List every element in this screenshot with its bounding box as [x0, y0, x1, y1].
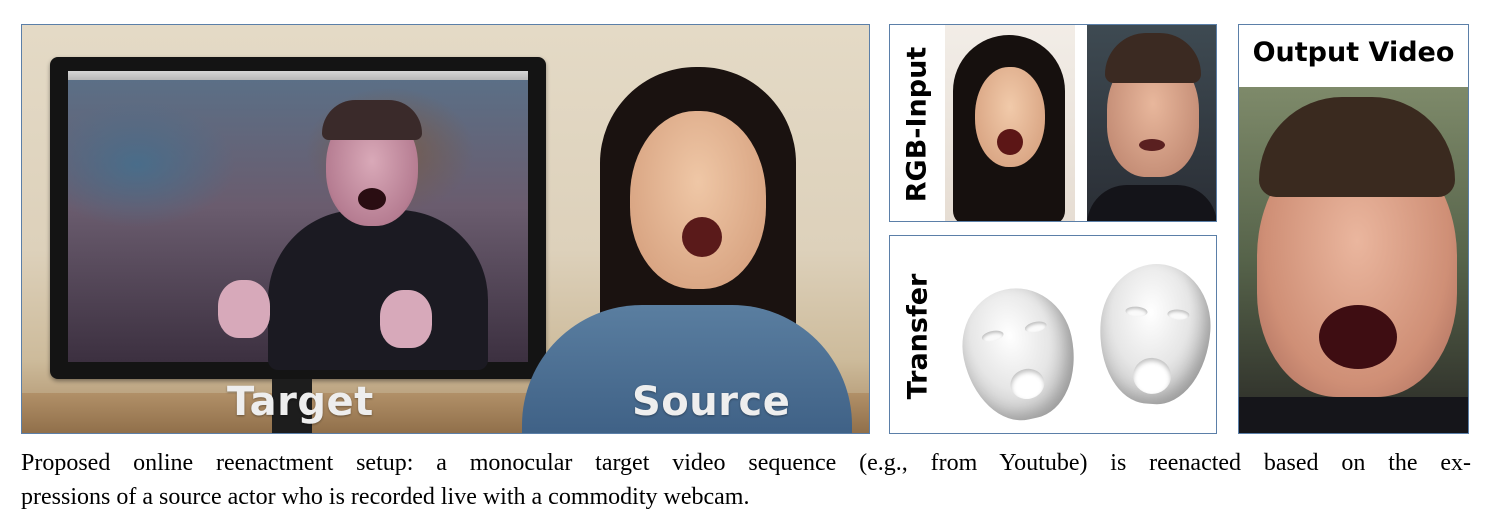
target-actor-hair: [322, 100, 422, 140]
rgb-input-panel: RGB-Input: [889, 24, 1217, 222]
mesh-eye: [980, 328, 1005, 344]
source-label: Source: [632, 379, 791, 425]
figure-caption: Proposed online reenactment setup: a mon…: [21, 446, 1471, 514]
target-mouth: [1139, 139, 1165, 151]
output-video-panel: Output Video: [1238, 24, 1469, 434]
mesh-eye: [1167, 308, 1190, 321]
source-actor-mouth: [682, 217, 722, 257]
target-shirt: [1087, 185, 1216, 221]
monitor-window-titlebar: [68, 71, 528, 80]
mesh-mouth: [1131, 356, 1173, 396]
output-mouth: [1319, 305, 1397, 369]
transfer-panel: Transfer: [889, 235, 1217, 434]
target-actor-body: [268, 210, 488, 370]
target-face-mesh: [1095, 260, 1215, 408]
target-hair: [1105, 33, 1201, 83]
target-actor-left-hand: [218, 280, 270, 338]
caption-line: Proposed online reenactment setup: a mon…: [21, 450, 1471, 476]
caption-line: pressions of a source actor who is recor…: [21, 484, 750, 510]
transfer-label: Transfer: [902, 273, 934, 400]
source-mouth: [997, 129, 1023, 155]
mesh-mouth: [1007, 365, 1048, 403]
target-video-screen: [68, 80, 528, 370]
target-actor-mouth: [358, 188, 386, 210]
mesh-eye: [1125, 305, 1148, 318]
source-face-mesh: [951, 278, 1087, 430]
setup-photo: Target Source: [21, 24, 870, 434]
target-actor-right-hand: [380, 290, 432, 348]
rgb-input-source-photo: [945, 25, 1075, 221]
output-hair: [1259, 97, 1455, 197]
rgb-input-target-photo: [1087, 25, 1216, 221]
output-shirt: [1239, 397, 1468, 433]
target-label: Target: [227, 379, 374, 425]
mesh-eye: [1023, 319, 1048, 335]
output-video-label: Output Video: [1252, 37, 1455, 68]
source-actor-face: [630, 111, 766, 289]
monitor: [50, 57, 546, 379]
rgb-input-label: RGB-Input: [901, 46, 933, 203]
output-video-frame: [1239, 87, 1468, 433]
